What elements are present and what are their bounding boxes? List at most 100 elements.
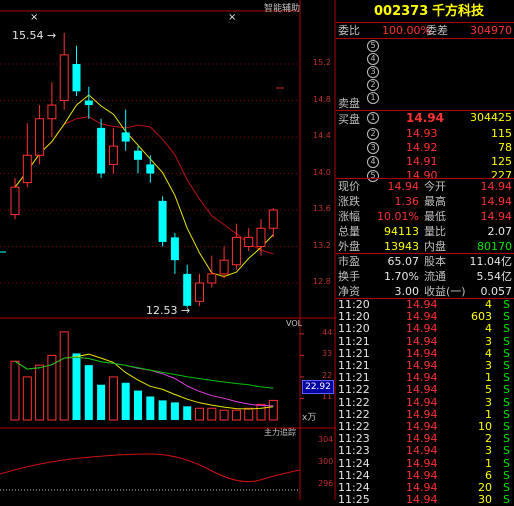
sell-level-row: 4 (336, 52, 514, 65)
buy-level-index: 3 (367, 142, 379, 154)
tick-time: 11:22 (338, 395, 370, 409)
tick-row: 11:23 14.94 2 S (336, 433, 514, 445)
tick-price: 14.94 (406, 395, 438, 409)
sub-line-red (0, 453, 301, 483)
tick-row: 11:22 14.94 1 S (336, 407, 514, 421)
tick-time: 11:21 (338, 334, 370, 348)
price-tick: 12.8 (313, 277, 331, 286)
stat-label: 净资 (338, 285, 360, 298)
tick-price: 14.94 (406, 432, 438, 446)
tick-side: S (503, 334, 510, 348)
volume-bar (219, 409, 229, 421)
tick-price: 14.94 (406, 346, 438, 360)
stat-label: 收益(一) (424, 285, 466, 298)
tick-price: 14.94 (406, 359, 438, 372)
main-indicator-label[interactable]: 智能辅助 (264, 1, 300, 14)
price-tick: 13.2 (313, 240, 331, 250)
stat-value: 1.70% (384, 270, 419, 283)
buy-level-row: 1 14.94 304425 (336, 111, 514, 125)
tick-price: 14.94 (406, 493, 438, 506)
candle-body (170, 237, 179, 261)
fundamentals-row: 市盈 65.07 股本 11.04亿 (336, 254, 514, 269)
chart-area[interactable]: × × 智能辅助 15.54 → 12.53 → VOL 主力追踪 15.2 14… (0, 0, 336, 500)
volume-tick: 44 (322, 327, 333, 337)
vol-unit: x万 (302, 413, 317, 423)
tick-side: S (503, 432, 510, 446)
tick-side: S (503, 481, 510, 494)
buy-volume: 78 (498, 141, 512, 154)
volume-bar (195, 407, 204, 421)
tick-row: 11:21 14.94 3 S (336, 360, 514, 372)
volume-bar (59, 331, 69, 421)
kline-chart[interactable]: × × (0, 0, 336, 500)
volume-bar (158, 400, 167, 420)
tick-price: 14.94 (406, 420, 438, 433)
sub-indicator-label[interactable]: 主力追踪 (264, 427, 296, 438)
tick-volume: 4 (485, 322, 492, 336)
close-x-icon[interactable]: × (30, 12, 38, 23)
candle-body (121, 132, 130, 142)
candle-body (97, 127, 106, 174)
tick-row: 11:22 14.94 5 S (336, 384, 514, 396)
volume-bar (207, 407, 217, 421)
candle-body (183, 273, 192, 306)
tick-time: 11:20 (338, 310, 370, 324)
stat-label: 今开 (424, 180, 446, 193)
stat-label: 流通 (424, 270, 446, 283)
stat-value: 14.94 (480, 210, 513, 223)
tick-row: 11:20 14.94 4 S (336, 299, 514, 311)
buy-level-row: 3 14.92 78 (336, 141, 514, 155)
close-x-icon[interactable]: × (228, 12, 236, 23)
tick-row: 11:21 14.94 1 S (336, 372, 514, 384)
candle-body (59, 54, 69, 101)
tick-time: 11:24 (338, 456, 370, 470)
sub-tick: 304 (318, 435, 334, 444)
stat-value: 5.54亿 (476, 270, 513, 283)
stat-label: 现价 (338, 180, 360, 193)
tick-side: S (503, 468, 510, 482)
candle-body (219, 259, 229, 275)
candle-body (158, 200, 167, 242)
tick-side: S (503, 444, 510, 458)
price-tick: 15.2 (313, 58, 331, 67)
sub-tick: 300 (318, 457, 334, 466)
tick-side: S (503, 346, 510, 360)
stat-label: 股本 (424, 255, 446, 268)
tick-volume: 603 (471, 310, 492, 324)
tick-row: 11:24 14.94 20 S (336, 482, 514, 494)
buy-level-row: 4 14.91 125 (336, 155, 514, 169)
tick-time: 11:24 (338, 468, 370, 482)
tick-volume: 1 (485, 456, 492, 470)
stat-value: 65.07 (387, 255, 420, 268)
tick-volume: 10 (478, 420, 492, 433)
buy-level-row: 2 14.93 115 (336, 127, 514, 141)
tick-price: 14.94 (406, 456, 438, 470)
sell-level-row: 1 (336, 91, 514, 104)
high-price-marker: 15.54 → (12, 29, 57, 42)
tick-price: 14.94 (406, 383, 438, 397)
stat-label: 换手 (338, 270, 360, 283)
tick-side: S (503, 456, 510, 470)
stats-row: 外盘 13943 内盘 80170 (336, 239, 514, 254)
tick-price: 14.94 (406, 371, 438, 385)
weibi-row: 委比 100.00% 委差 304970 (338, 24, 512, 37)
tick-side: S (503, 407, 510, 421)
candle-body (47, 104, 57, 120)
tick-time: 11:20 (338, 322, 370, 336)
tick-price: 14.94 (406, 310, 438, 324)
volume-bar (170, 402, 179, 420)
stat-value: 14.94 (387, 180, 420, 193)
tick-side: S (503, 383, 510, 397)
tick-side: S (503, 322, 510, 336)
tick-row: 11:22 14.94 3 S (336, 395, 514, 409)
volume-bar (121, 382, 130, 420)
candle-body (108, 145, 118, 165)
tick-time: 11:20 (338, 298, 370, 311)
volume-bar (231, 409, 241, 421)
stock-code: 002373 (374, 4, 429, 19)
quote-panel: 002373 千方科技 委比 100.00% 委差 304970 54321 卖… (336, 0, 514, 506)
candle-body (84, 100, 93, 106)
tick-time: 11:21 (338, 359, 370, 372)
stock-header: 002373 千方科技 (336, 3, 514, 21)
stat-label: 内盘 (424, 240, 446, 253)
